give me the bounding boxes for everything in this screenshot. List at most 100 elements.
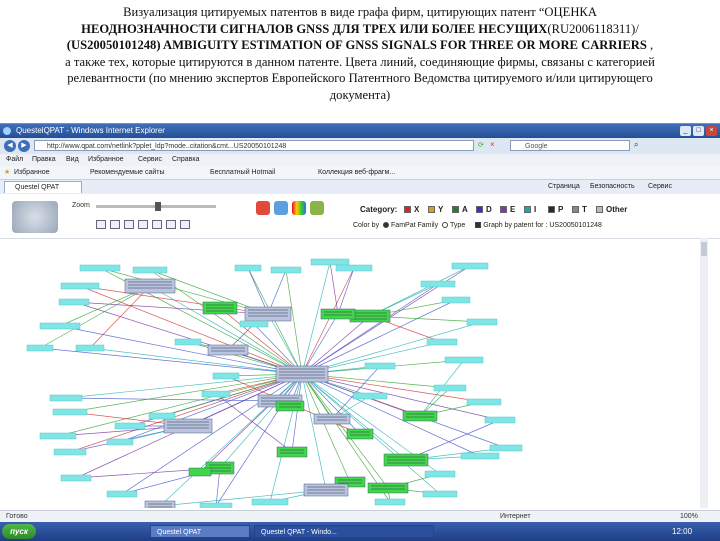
- category-y-checkbox[interactable]: Y: [428, 205, 443, 214]
- graph-node[interactable]: [451, 262, 489, 270]
- tab-questel[interactable]: Questel QPAT: [4, 181, 82, 193]
- palette-icon[interactable]: [292, 201, 306, 215]
- graph-node[interactable]: [402, 410, 438, 422]
- zoom-slider-handle[interactable]: [155, 202, 161, 211]
- menu-security[interactable]: Безопасность: [590, 180, 635, 194]
- graph-node[interactable]: [106, 490, 138, 498]
- menu-tools[interactable]: Сервис: [138, 154, 162, 166]
- tree-icon[interactable]: [310, 201, 324, 215]
- print-tool-icon[interactable]: [166, 220, 176, 229]
- start-button[interactable]: пуск: [2, 524, 36, 539]
- graph-node[interactable]: [79, 264, 121, 272]
- network-icon[interactable]: [274, 201, 288, 215]
- graph-node[interactable]: [270, 266, 302, 274]
- graph-node[interactable]: [39, 322, 81, 330]
- graph-node[interactable]: [60, 474, 92, 482]
- search-icon[interactable]: ⌕: [634, 140, 638, 150]
- graph-node[interactable]: [346, 428, 374, 440]
- category-i-checkbox[interactable]: I: [524, 205, 536, 214]
- citation-graph-canvas[interactable]: [10, 246, 694, 508]
- search-input[interactable]: Google: [510, 140, 630, 151]
- menu-file[interactable]: Файл: [6, 154, 23, 166]
- graph-node[interactable]: [374, 498, 406, 506]
- graph-node[interactable]: [276, 446, 308, 458]
- graph-node[interactable]: [352, 392, 388, 400]
- graph-node[interactable]: [106, 438, 134, 446]
- graph-node[interactable]: [60, 282, 100, 290]
- graph-node[interactable]: [26, 344, 54, 352]
- graph-node[interactable]: [422, 490, 458, 498]
- edit-tool-icon[interactable]: [110, 220, 120, 229]
- graph-node[interactable]: [433, 384, 467, 392]
- favorites-star-icon[interactable]: ★: [4, 166, 10, 179]
- taskbar-item-1[interactable]: Questel QPAT: [150, 525, 250, 538]
- graph-node[interactable]: [484, 416, 516, 424]
- vertical-scrollbar[interactable]: [700, 238, 708, 508]
- favorites-label[interactable]: Избранное: [14, 166, 49, 179]
- forward-button[interactable]: ▶: [18, 140, 30, 152]
- close-button[interactable]: ×: [706, 126, 717, 136]
- graph-node[interactable]: [313, 413, 351, 425]
- graph-node[interactable]: [207, 344, 249, 356]
- graph-node[interactable]: [58, 298, 90, 306]
- graph-by-patent-checkbox[interactable]: [475, 222, 482, 229]
- graph-node[interactable]: [310, 258, 350, 266]
- graph-node[interactable]: [199, 502, 233, 508]
- category-d-checkbox[interactable]: D: [476, 205, 492, 214]
- graph-node[interactable]: [148, 412, 176, 420]
- export-tool-icon[interactable]: [152, 220, 162, 229]
- graph-node[interactable]: [163, 418, 213, 434]
- category-e-checkbox[interactable]: E: [500, 205, 515, 214]
- graph-node-main-patent[interactable]: [275, 365, 329, 383]
- refresh-icon[interactable]: ⟳: [478, 141, 484, 149]
- category-a-checkbox[interactable]: A: [452, 205, 468, 214]
- graph-node[interactable]: [444, 356, 484, 364]
- graph-node[interactable]: [426, 338, 458, 346]
- colorby-fampat-radio[interactable]: [383, 222, 390, 229]
- maximize-button[interactable]: □: [693, 126, 704, 136]
- menu-help[interactable]: Справка: [172, 154, 199, 166]
- graph-node[interactable]: [335, 264, 373, 272]
- graph-node[interactable]: [39, 432, 77, 440]
- graph-node[interactable]: [466, 398, 502, 406]
- graph-node[interactable]: [320, 308, 356, 320]
- graph-node[interactable]: [174, 338, 202, 346]
- category-x-checkbox[interactable]: X: [404, 205, 419, 214]
- address-bar[interactable]: http://www.qpat.com/netlink?pplet_ldp?mo…: [34, 140, 474, 151]
- graph-node[interactable]: [53, 448, 87, 456]
- menu-service[interactable]: Сервис: [648, 180, 672, 194]
- category-p-checkbox[interactable]: P: [548, 205, 563, 214]
- layout-tool-icon[interactable]: [124, 220, 134, 229]
- taskbar-item-2[interactable]: Questel QPAT - Windo...: [254, 525, 434, 538]
- citation-graph[interactable]: [10, 246, 694, 508]
- colorby-type-radio[interactable]: [442, 222, 449, 229]
- graph-node[interactable]: [201, 390, 231, 398]
- graph-node[interactable]: [441, 296, 471, 304]
- category-other-checkbox[interactable]: Other: [596, 205, 627, 214]
- graph-node[interactable]: [424, 470, 456, 478]
- menu-edit[interactable]: Правка: [32, 154, 56, 166]
- graph-node[interactable]: [234, 264, 262, 272]
- graph-node[interactable]: [466, 318, 498, 326]
- graph-node[interactable]: [364, 362, 396, 370]
- category-t-checkbox[interactable]: T: [572, 205, 587, 214]
- graph-node[interactable]: [52, 408, 88, 416]
- back-button[interactable]: ◀: [4, 140, 16, 152]
- graph-node[interactable]: [132, 266, 168, 274]
- graph-node[interactable]: [114, 422, 146, 430]
- window-titlebar[interactable]: QuestelQPAT - Windows Internet Explorer …: [0, 124, 720, 138]
- graph-node[interactable]: [275, 400, 305, 412]
- minimize-button[interactable]: _: [680, 126, 691, 136]
- menu-page[interactable]: Страница: [548, 180, 580, 194]
- chart-icon[interactable]: [256, 201, 270, 215]
- graph-node[interactable]: [239, 320, 269, 328]
- graph-node[interactable]: [188, 467, 212, 477]
- copy-tool-icon[interactable]: [138, 220, 148, 229]
- scrollbar-thumb[interactable]: [701, 242, 707, 256]
- stop-icon[interactable]: ×: [490, 140, 495, 149]
- menu-favorites[interactable]: Избранное: [88, 154, 123, 166]
- favorite-link-2[interactable]: Бесплатный Hotmail: [210, 166, 275, 179]
- save-tool-icon[interactable]: [180, 220, 190, 229]
- graph-node[interactable]: [49, 394, 83, 402]
- graph-node[interactable]: [489, 444, 523, 452]
